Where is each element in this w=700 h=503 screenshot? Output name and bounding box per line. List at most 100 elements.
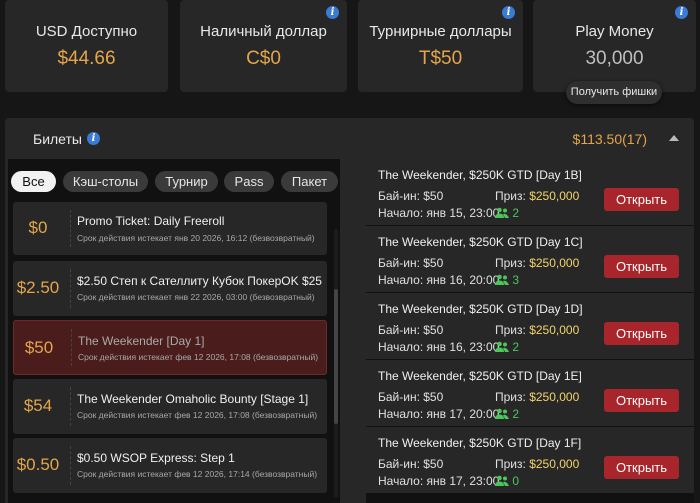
prize-label: Приз:	[495, 323, 526, 337]
ticket-divider	[70, 446, 71, 485]
open-button[interactable]: Открыть	[604, 188, 679, 211]
prize-value: $250,000	[529, 189, 580, 203]
open-button[interactable]: Открыть	[604, 389, 679, 412]
prize-value: $250,000	[529, 457, 580, 471]
players-count: 2	[512, 206, 520, 220]
ticket-divider	[70, 269, 71, 308]
filter-pass[interactable]: Pass	[224, 171, 274, 192]
ticket-name: The Weekender [Day 1]	[78, 334, 205, 348]
ticket-amount: $0	[28, 218, 48, 237]
tournament-prize: Приз: $250,000	[495, 323, 579, 337]
panel-title: Билеты	[33, 131, 82, 147]
tournament-start: Начало: янв 16, 23:00	[378, 340, 500, 354]
tournament-buyin: Бай-ин: $50	[378, 256, 444, 270]
tournament-start: Начало: янв 15, 23:00	[378, 206, 500, 220]
open-button[interactable]: Открыть	[604, 456, 679, 479]
ticket-divider	[70, 210, 71, 247]
tournament-buyin: Бай-ин: $50	[378, 457, 444, 471]
ticket-expiry: Срок действия истекает фев 12 2026, 17:1…	[77, 469, 318, 479]
info-icon[interactable]: i	[502, 6, 515, 19]
balance-value: C$0	[246, 48, 281, 69]
people-icon	[495, 408, 509, 419]
players-count: 2	[512, 407, 520, 421]
tournament-item: The Weekender, $250K GTD [Day 1E] Бай-ин…	[366, 360, 694, 427]
players-count: 0	[512, 474, 520, 488]
tournament-players: 3	[495, 273, 519, 287]
tournament-buyin: Бай-ин: $50	[378, 390, 444, 404]
balance-value: T$50	[418, 48, 463, 69]
open-button[interactable]: Открыть	[604, 255, 679, 278]
tournament-players: 2	[495, 407, 519, 421]
balance-card-play-money: i Play Money 30,000	[533, 0, 696, 92]
tournament-start: Начало: янв 17, 23:00	[378, 474, 500, 488]
balance-label: USD Доступно	[35, 23, 138, 40]
ticket-expiry: Срок действия истекает фев 12 2026, 17:0…	[78, 352, 319, 362]
tournament-buyin: Бай-ин: $50	[378, 189, 444, 203]
tournament-prize: Приз: $250,000	[495, 457, 579, 471]
ticket-expiry: Срок действия истекает янв 22 2026, 03:0…	[77, 292, 315, 302]
ticket-amount: $50	[24, 338, 54, 357]
prize-label: Приз:	[495, 457, 526, 471]
tournament-title: The Weekender, $250K GTD [Day 1E]	[378, 369, 582, 383]
ticket-name: $0.50 WSOP Express: Step 1	[77, 451, 235, 465]
tournament-start: Начало: янв 17, 20:00	[378, 407, 500, 421]
tournament-prize: Приз: $250,000	[495, 256, 579, 270]
tournament-item: The Weekender, $250K GTD [Day 1B] Бай-ин…	[366, 159, 694, 226]
ticket-name: Promo Ticket: Daily Freeroll	[77, 214, 225, 228]
filter-cash[interactable]: Кэш-столы	[63, 171, 148, 192]
balance-label: Наличный доллар	[200, 23, 327, 40]
ticket-item[interactable]: $0.50 $0.50 WSOP Express: Step 1 Срок де…	[13, 438, 327, 493]
filter-package[interactable]: Пакет	[281, 171, 338, 192]
balance-label: Play Money	[575, 23, 654, 40]
ticket-amount: $2.50	[16, 278, 60, 297]
ticket-item[interactable]: $0 Promo Ticket: Daily Freeroll Срок дей…	[13, 202, 327, 255]
players-count: 2	[512, 340, 520, 354]
balance-card-cad: i Наличный доллар C$0	[180, 0, 347, 92]
ticket-item[interactable]: $2.50 $2.50 Степ к Сателлиту Кубок Покер…	[13, 261, 327, 316]
balance-value: 30,000	[585, 48, 644, 69]
info-icon[interactable]: i	[326, 6, 339, 19]
open-button[interactable]: Открыть	[604, 322, 679, 345]
tournament-players: 0	[495, 474, 519, 488]
prize-value: $250,000	[529, 323, 580, 337]
ticket-item[interactable]: $54 The Weekender Omaholic Bounty [Stage…	[13, 379, 327, 434]
tournament-title: The Weekender, $250K GTD [Day 1D]	[378, 302, 583, 316]
tournament-title: The Weekender, $250K GTD [Day 1C]	[378, 235, 583, 249]
prize-label: Приз:	[495, 256, 526, 270]
info-icon[interactable]: i	[87, 132, 100, 145]
chevron-up-icon[interactable]	[669, 135, 679, 141]
balance-label: Турнирные доллары	[369, 23, 512, 40]
tournament-prize: Приз: $250,000	[495, 189, 579, 203]
prize-label: Приз:	[495, 390, 526, 404]
tournament-list: The Weekender, $250K GTD [Day 1B] Бай-ин…	[366, 159, 694, 503]
tickets-panel: Билеты i $113.50(17) Все Кэш-столы Турни…	[5, 118, 694, 503]
tournament-item: The Weekender, $250K GTD [Day 1C] Бай-ин…	[366, 226, 694, 293]
ticket-expiry: Срок действия истекает янв 20 2026, 16:1…	[77, 233, 315, 243]
tournament-item: The Weekender, $250K GTD [Day 1F] Бай-ин…	[366, 427, 694, 494]
balance-value: $44.66	[57, 48, 116, 69]
people-icon	[495, 475, 509, 486]
balance-card-usd: USD Доступно $44.66	[5, 0, 168, 92]
tournament-players: 2	[495, 340, 519, 354]
filter-all[interactable]: Все	[11, 171, 56, 192]
ticket-divider	[71, 329, 72, 366]
ticket-name: $2.50 Степ к Сателлиту Кубок ПокерOK $25	[77, 274, 322, 288]
people-icon	[495, 207, 509, 218]
prize-value: $250,000	[529, 390, 580, 404]
ticket-item-selected[interactable]: $50 The Weekender [Day 1] Срок действия …	[13, 320, 327, 375]
get-chips-tooltip[interactable]: Получить фишки	[566, 81, 662, 104]
filter-tournament[interactable]: Турнир	[155, 171, 218, 192]
prize-value: $250,000	[529, 256, 580, 270]
scrollbar-thumb[interactable]	[334, 289, 338, 424]
players-count: 3	[512, 273, 520, 287]
info-icon[interactable]: i	[675, 6, 688, 19]
tickets-total: $113.50(17)	[572, 131, 647, 147]
people-icon	[495, 274, 509, 285]
ticket-expiry: Срок действия истекает фев 12 2026, 17:0…	[77, 410, 318, 420]
ticket-amount: $0.50	[16, 455, 60, 474]
ticket-amount: $54	[23, 396, 53, 415]
ticket-name: The Weekender Omaholic Bounty [Stage 1]	[77, 392, 309, 406]
tournament-prize: Приз: $250,000	[495, 390, 579, 404]
tournament-title: The Weekender, $250K GTD [Day 1F]	[378, 436, 582, 450]
tournament-players: 2	[495, 206, 519, 220]
